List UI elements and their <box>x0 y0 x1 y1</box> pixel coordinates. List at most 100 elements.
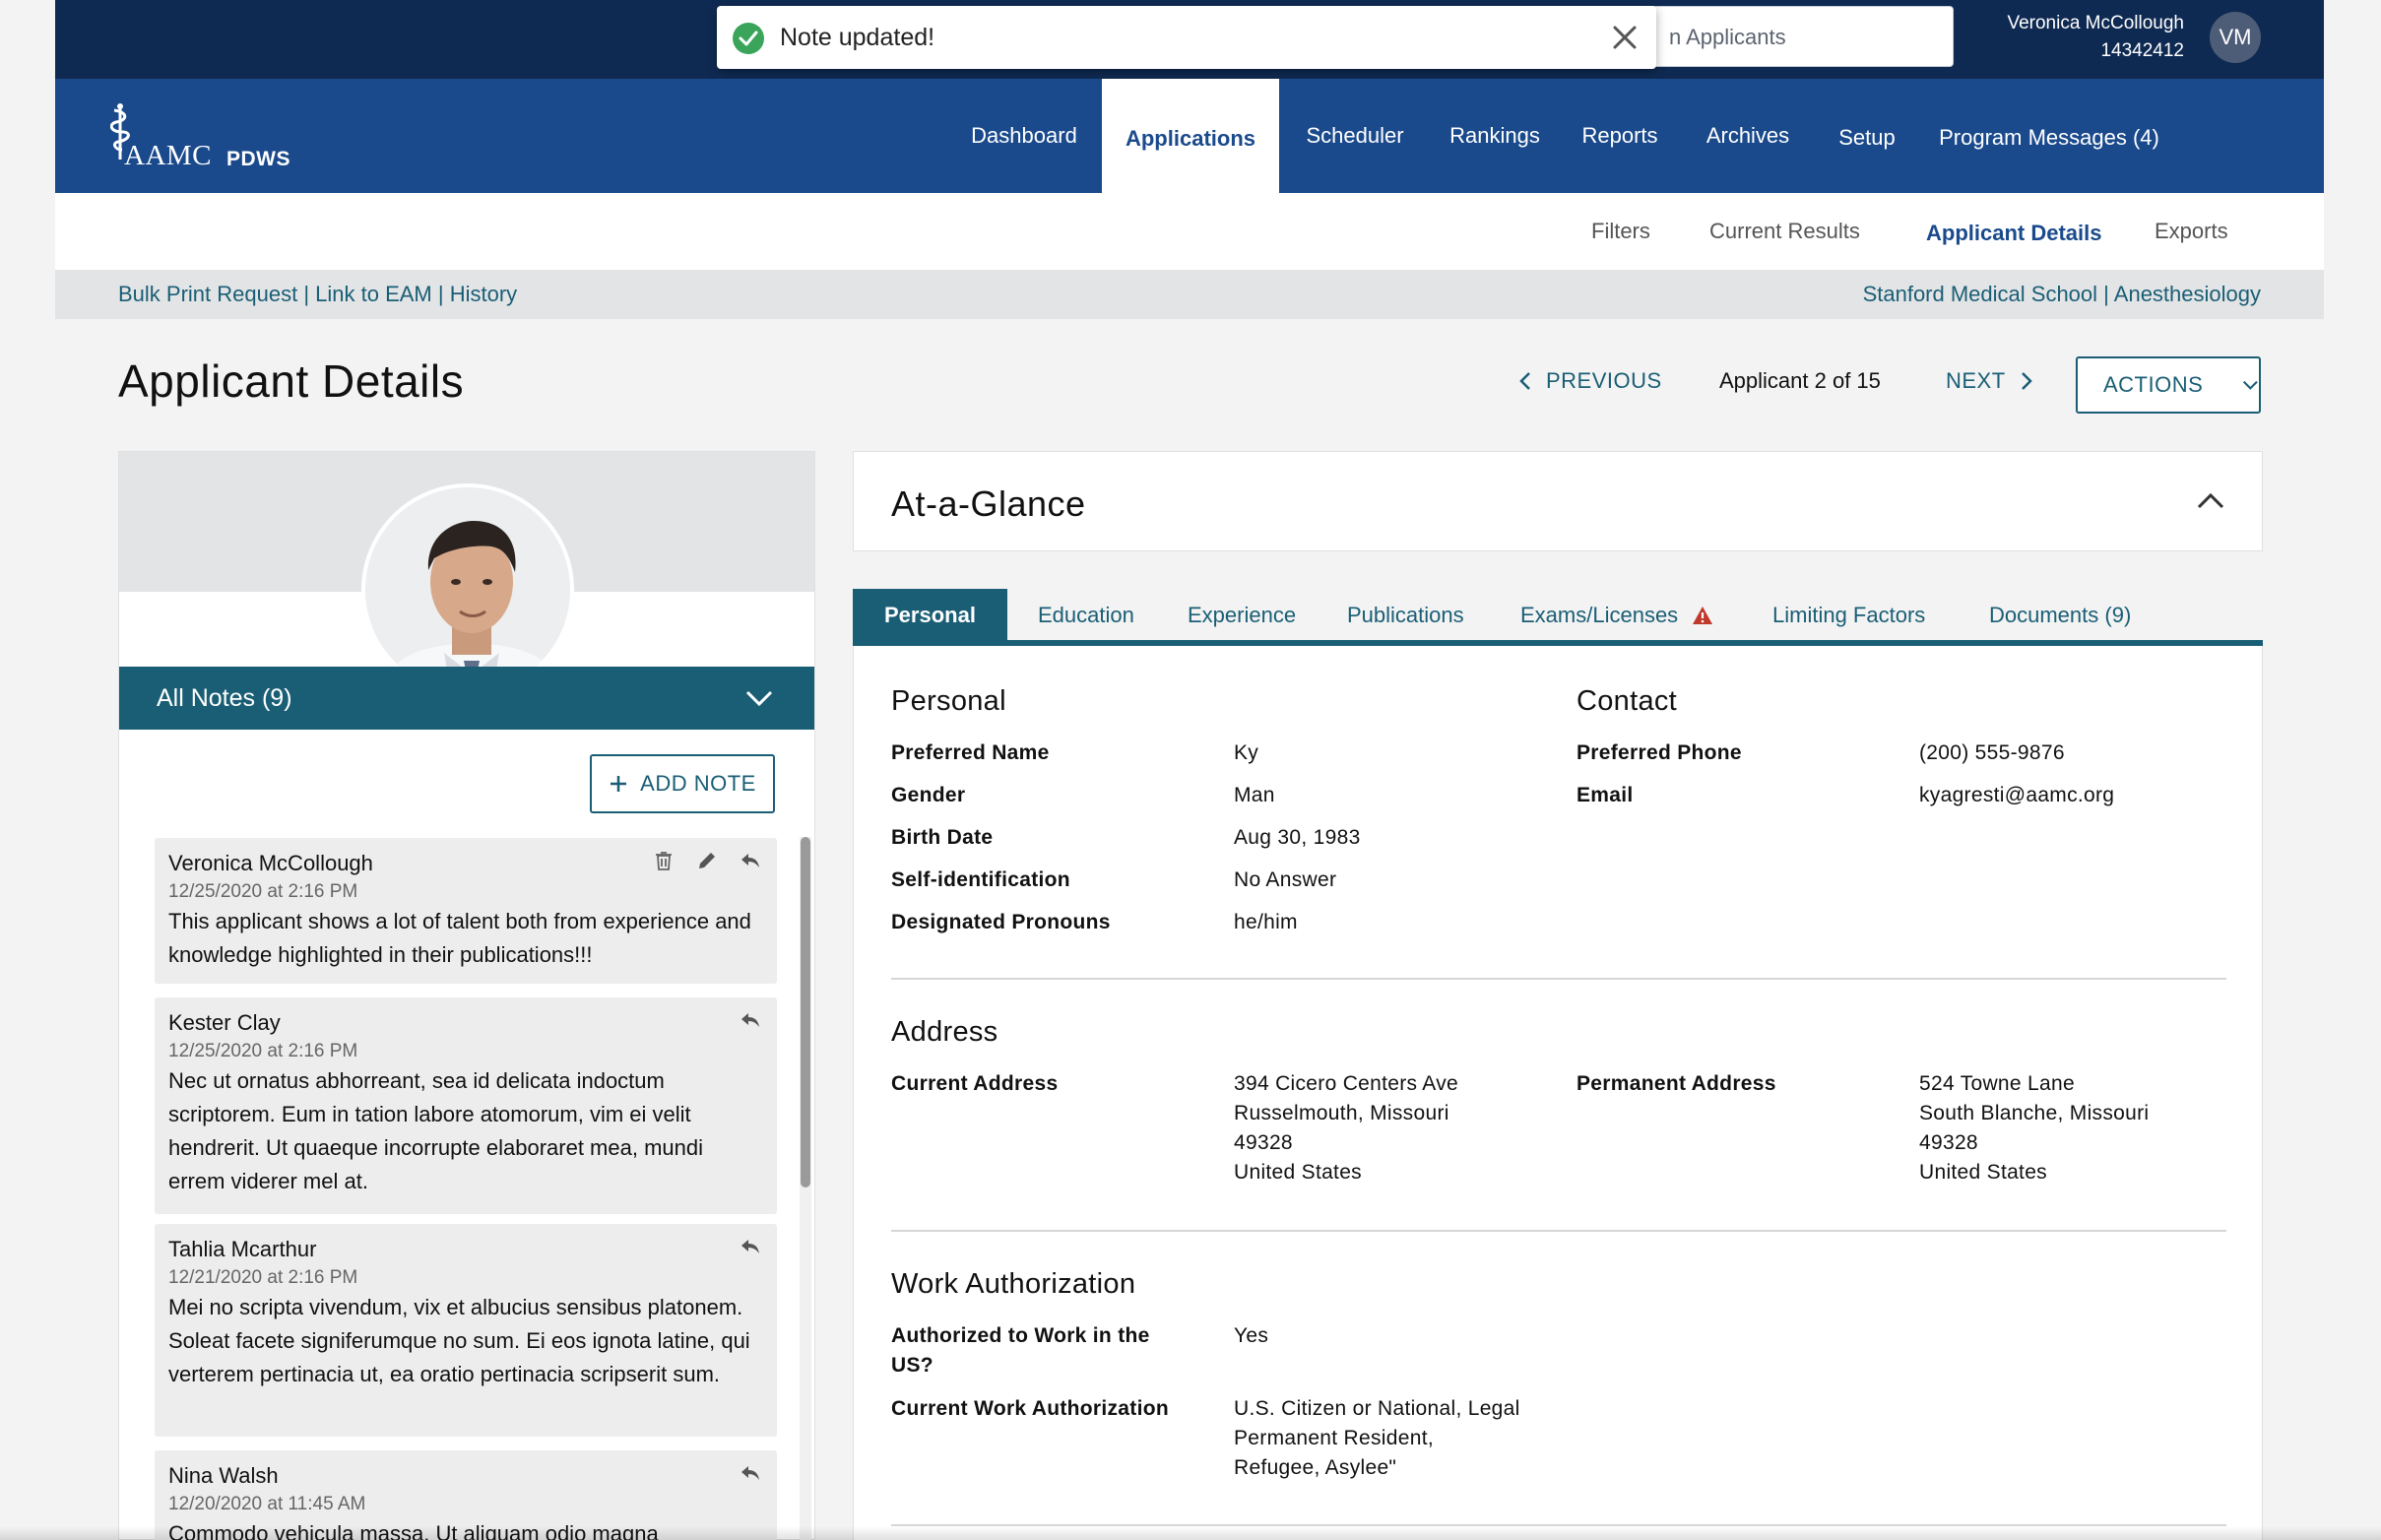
nav-setup[interactable]: Setup <box>1815 79 1919 193</box>
notes-accordion-header[interactable]: All Notes (9) <box>119 667 814 730</box>
nav-dashboard[interactable]: Dashboard <box>946 79 1102 193</box>
address-line: 49328 <box>1919 1131 1978 1154</box>
user-avatar[interactable]: VM <box>2210 12 2261 63</box>
divider <box>891 1230 2226 1232</box>
note-body: Nec ut ornatus abhorreant, sea id delica… <box>168 1068 703 1193</box>
note-tools <box>653 850 761 871</box>
field-label: Permanent Address <box>1577 1072 1776 1095</box>
note-author: Nina Walsh <box>168 1463 279 1488</box>
reply-icon[interactable] <box>740 1236 761 1257</box>
user-info: Veronica McCollough 14342412 <box>2007 10 2184 65</box>
tab-personal[interactable]: Personal <box>853 589 1007 642</box>
subnav-exports[interactable]: Exports <box>2155 219 2228 244</box>
separator: | <box>431 282 450 306</box>
success-check-icon <box>733 23 764 54</box>
separator: | <box>297 282 316 306</box>
address-line: 49328 <box>1234 1131 1293 1154</box>
nav-applications[interactable]: Applications <box>1102 79 1279 193</box>
tab-publications[interactable]: Publications <box>1347 589 1464 642</box>
tab-exams-licenses[interactable]: Exams/Licenses <box>1520 589 1713 642</box>
close-icon[interactable] <box>1607 20 1642 55</box>
address-line: South Blanche, Missouri <box>1919 1102 2150 1124</box>
note-author: Tahlia Mcarthur <box>168 1237 317 1261</box>
field-label: Current Address <box>891 1072 1059 1095</box>
previous-button[interactable]: PREVIOUS <box>1518 368 1662 394</box>
nav-program-messages[interactable]: Program Messages (4) <box>1919 79 2179 193</box>
pencil-icon[interactable] <box>696 850 718 871</box>
section-address-title: Address <box>891 1016 998 1048</box>
note-date: 12/25/2020 at 2:16 PM <box>168 1041 358 1061</box>
glance-title: At-a-Glance <box>891 483 1086 524</box>
permanent-address: 524 Towne Lane South Blanche, Missouri 4… <box>1919 1069 2149 1187</box>
field-label: Designated Pronouns <box>891 911 1111 933</box>
main-nav: AAMC PDWS Dashboard Applications Schedul… <box>55 79 2324 193</box>
reply-icon[interactable] <box>740 1462 761 1484</box>
current-address: 394 Cicero Centers Ave Russelmouth, Miss… <box>1234 1069 1458 1187</box>
tab-limiting-factors[interactable]: Limiting Factors <box>1772 589 1925 642</box>
nav-reports[interactable]: Reports <box>1559 79 1681 193</box>
applicant-sidebar: All Notes (9) ADD NOTE Veronica McCollou… <box>118 451 815 1540</box>
field-value: No Answer <box>1234 868 1337 891</box>
field-label: Gender <box>891 784 966 806</box>
scrollbar-thumb[interactable] <box>801 837 810 1187</box>
tab-experience[interactable]: Experience <box>1188 589 1296 642</box>
next-button[interactable]: NEXT <box>1946 368 2033 394</box>
field-label: Current Work Authorization <box>891 1397 1169 1420</box>
add-note-button[interactable]: ADD NOTE <box>590 754 775 813</box>
value-line: U.S. Citizen or National, Legal <box>1234 1397 1520 1420</box>
bottom-shadow <box>0 1526 2381 1540</box>
tab-documents[interactable]: Documents (9) <box>1989 589 2131 642</box>
note-body: Mei no scripta vivendum, vix et albucius… <box>168 1295 750 1386</box>
email-value: kyagresti@aamc.org <box>1919 784 2115 806</box>
note-tools <box>740 1462 761 1484</box>
subnav-current-results[interactable]: Current Results <box>1709 219 1860 244</box>
note-body: This applicant shows a lot of talent bot… <box>168 909 751 967</box>
plus-icon <box>611 776 627 792</box>
field-value: U.S. Citizen or National, Legal Permanen… <box>1234 1394 1520 1483</box>
field-value: Aug 30, 1983 <box>1234 826 1361 849</box>
toast-message: Note updated! <box>780 24 935 51</box>
subnav-applicant-details[interactable]: Applicant Details <box>1926 221 2101 246</box>
nav-rankings[interactable]: Rankings <box>1431 79 1559 193</box>
reply-icon[interactable] <box>740 850 761 871</box>
value-line: Refugee, Asylee" <box>1234 1456 1397 1479</box>
specialty-link[interactable]: Anesthesiology <box>2114 282 2261 306</box>
field-label: Authorized to Work in the US? <box>891 1321 1150 1380</box>
label-line: Authorized to Work in the <box>891 1324 1150 1347</box>
reply-icon[interactable] <box>740 1009 761 1031</box>
nav-scheduler[interactable]: Scheduler <box>1279 79 1431 193</box>
note-author: Kester Clay <box>168 1010 281 1035</box>
actions-button[interactable]: ACTIONS <box>2076 356 2261 414</box>
applicant-photo <box>361 483 574 696</box>
notes-header-label: All Notes (9) <box>157 683 292 712</box>
field-label: Birth Date <box>891 826 994 849</box>
nav-archives[interactable]: Archives <box>1681 79 1815 193</box>
field-label: Email <box>1577 784 1634 806</box>
school-link[interactable]: Stanford Medical School <box>1863 282 2097 306</box>
note-item: Tahlia Mcarthur 12/21/2020 at 2:16 PM Me… <box>155 1224 777 1437</box>
chevron-up-icon[interactable] <box>2195 485 2226 517</box>
address-line: United States <box>1919 1161 2047 1184</box>
note-tools <box>740 1236 761 1257</box>
chevron-left-icon <box>1519 372 1530 390</box>
field-value: Ky <box>1234 741 1259 764</box>
history-link[interactable]: History <box>450 282 517 306</box>
notes-scrollbar[interactable] <box>800 837 811 1540</box>
search-text: n Applicants <box>1669 25 1786 49</box>
warning-icon <box>1693 607 1713 624</box>
field-value: Man <box>1234 784 1275 806</box>
trash-icon[interactable] <box>653 850 675 871</box>
next-label: NEXT <box>1946 368 2006 393</box>
link-to-eam[interactable]: Link to EAM <box>315 282 432 306</box>
page-title: Applicant Details <box>118 355 465 407</box>
tab-education[interactable]: Education <box>1038 589 1134 642</box>
chevron-down-icon <box>745 690 773 707</box>
field-value: Yes <box>1234 1324 1269 1347</box>
note-date: 12/20/2020 at 11:45 AM <box>168 1494 366 1514</box>
bulk-print-link[interactable]: Bulk Print Request <box>118 282 297 306</box>
detail-tabs: Personal Education Experience Publicatio… <box>853 589 2263 646</box>
actions-label: ACTIONS <box>2103 372 2204 397</box>
app-shell: n Applicants Veronica McCollough 1434241… <box>55 0 2324 1540</box>
subnav-filters[interactable]: Filters <box>1591 219 1650 244</box>
field-label: Preferred Phone <box>1577 741 1742 764</box>
